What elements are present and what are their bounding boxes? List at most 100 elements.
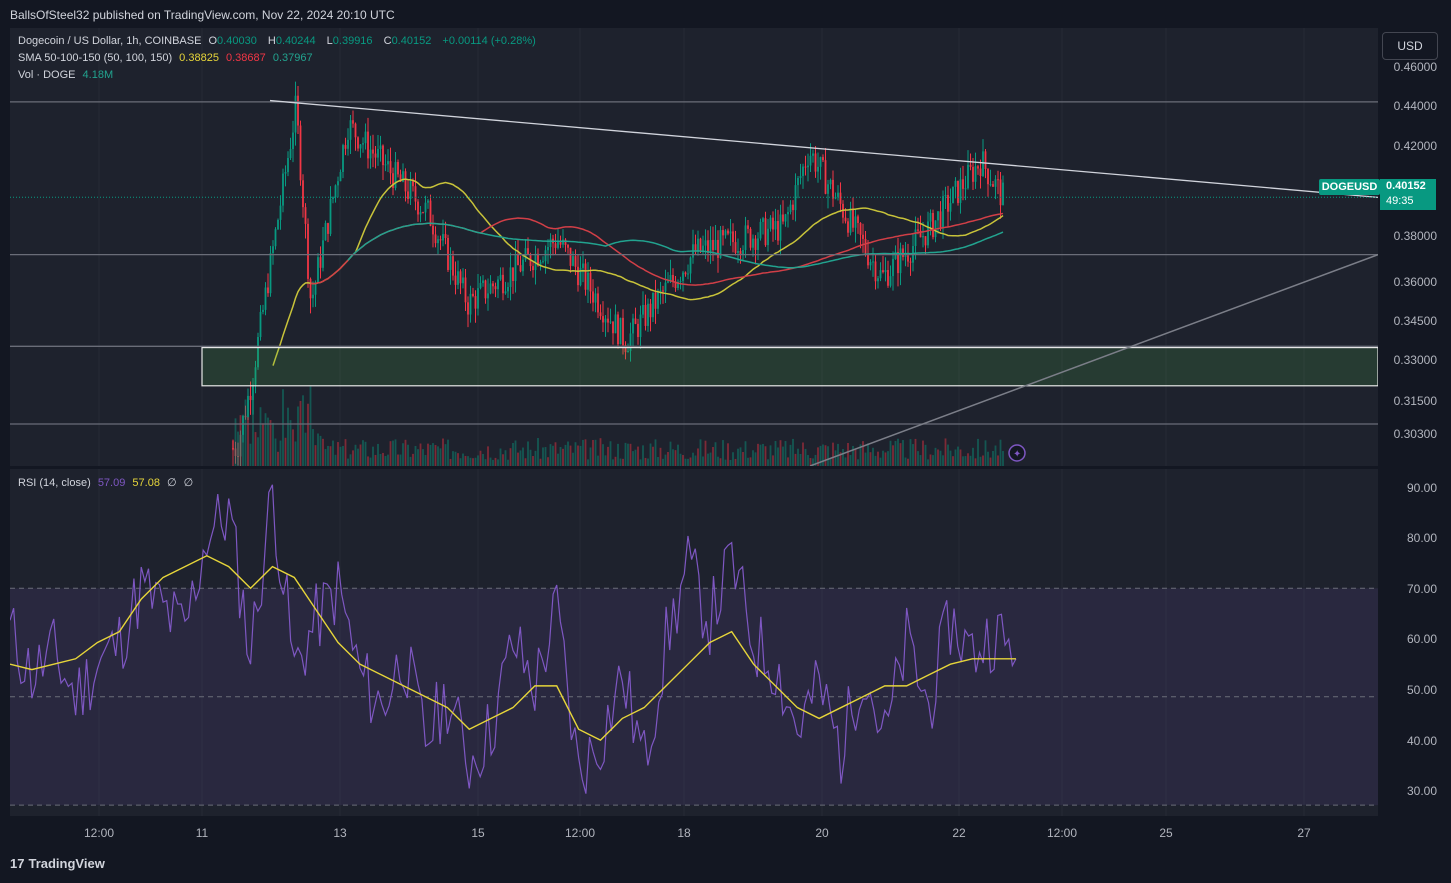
time-axis-label: 22 [952,826,966,840]
volume-bar [694,455,697,466]
volume-bar [804,448,807,466]
candle-body [272,246,274,254]
low-value: 0.39916 [332,35,373,47]
volume-bar [652,446,654,466]
volume-bar [459,458,462,466]
volume-bar [999,439,1002,466]
volume-bar [557,453,559,466]
volume-bar [669,441,672,466]
volume-bar [754,452,757,466]
volume-bar [732,452,734,466]
volume-bar [622,458,624,466]
candle-body [824,160,827,194]
volume-bar [584,439,587,466]
volume-bar [249,443,252,466]
rsi-chart[interactable] [10,469,1378,816]
candle-body [297,95,299,126]
candle-body [832,179,834,199]
volume-bar [992,451,994,466]
volume-bar [974,458,977,466]
volume-bar [697,448,699,466]
candle-body [754,238,757,250]
candle-body [427,200,429,203]
candle-body [277,219,279,230]
rsi-axis-label: 40.00 [1406,734,1437,748]
candle-body [342,145,344,173]
volume-bar [712,447,714,466]
candle-body [509,267,512,287]
volume-bar [1002,450,1004,466]
candle-body [367,131,369,159]
candle-body [772,217,774,230]
tradingview-footer[interactable]: 17 TradingView [10,856,105,871]
time-axis-label: 15 [471,826,485,840]
volume-bar [637,446,639,466]
candle-body [997,179,999,181]
candle-body [412,181,414,187]
volume-bar [877,451,879,466]
volume-bar [934,447,937,466]
volume-bar [337,442,339,466]
candle-body [572,256,574,266]
volume-bar [962,456,964,466]
volume-bar [797,448,799,466]
volume-bar [614,456,617,466]
volume-bar [279,440,282,466]
volume-bar [702,456,704,466]
volume-bar [267,417,269,466]
candle-body [289,149,292,158]
candle-body [944,194,947,197]
candle-body [782,214,784,222]
volume-bar [254,432,257,466]
volume-bar [469,457,472,466]
candle-body [927,221,929,246]
open-value: 0.40030 [217,35,257,47]
volume-bar [552,445,554,466]
candle-body [587,272,589,290]
symbol-title[interactable]: Dogecoin / US Dollar, 1h, COINBASE [18,35,201,47]
candle-body [462,277,464,284]
rsi-axis-label: 90.00 [1406,481,1437,495]
time-axis-label: 25 [1159,826,1173,840]
candle-body [302,180,304,208]
candle-body [702,245,704,252]
volume-value: 4.18M [82,69,114,81]
rsi-panel[interactable] [10,469,1378,816]
candle-body [937,211,939,221]
volume-bar [654,439,657,466]
volume-bar [929,454,932,466]
time-axis-label: 12:00 [83,826,115,840]
volume-bar [517,452,519,466]
price-chart[interactable]: ✦ [10,28,1378,466]
candle-body [732,231,734,243]
volume-bar [509,448,512,466]
volume-bar [569,445,572,466]
candle-body [514,253,517,282]
volume-legend[interactable]: Vol · DOGE 4.18M [18,69,117,81]
rsi-axis-label: 30.00 [1406,784,1437,798]
candle-body [324,223,327,241]
price-chart-panel[interactable]: ✦ [10,28,1378,466]
volume-bar [312,429,314,466]
volume-bar [752,450,754,466]
currency-button[interactable]: USD [1382,32,1438,60]
candle-body [852,208,854,228]
candle-body [454,275,457,285]
volume-bar [867,443,869,466]
rsi-legend[interactable]: RSI (14, close) 57.09 57.08 ∅ ∅ [18,476,197,489]
candle-body [932,212,934,238]
volume-bar [784,441,787,466]
candle-body [909,261,912,263]
time-axis-label: 11 [195,826,209,840]
candle-body [594,293,597,303]
sma-legend[interactable]: SMA 50-100-150 (50, 100, 150) 0.38825 0.… [18,52,317,64]
sma-label: SMA 50-100-150 (50, 100, 150) [18,52,173,64]
volume-bar [559,446,562,466]
candle-body [247,395,249,418]
volume-bar [667,452,669,466]
volume-bar [624,442,627,466]
volume-bar [787,457,789,466]
candle-body [457,271,459,285]
volume-bar [824,445,827,466]
volume-bar [262,423,264,466]
